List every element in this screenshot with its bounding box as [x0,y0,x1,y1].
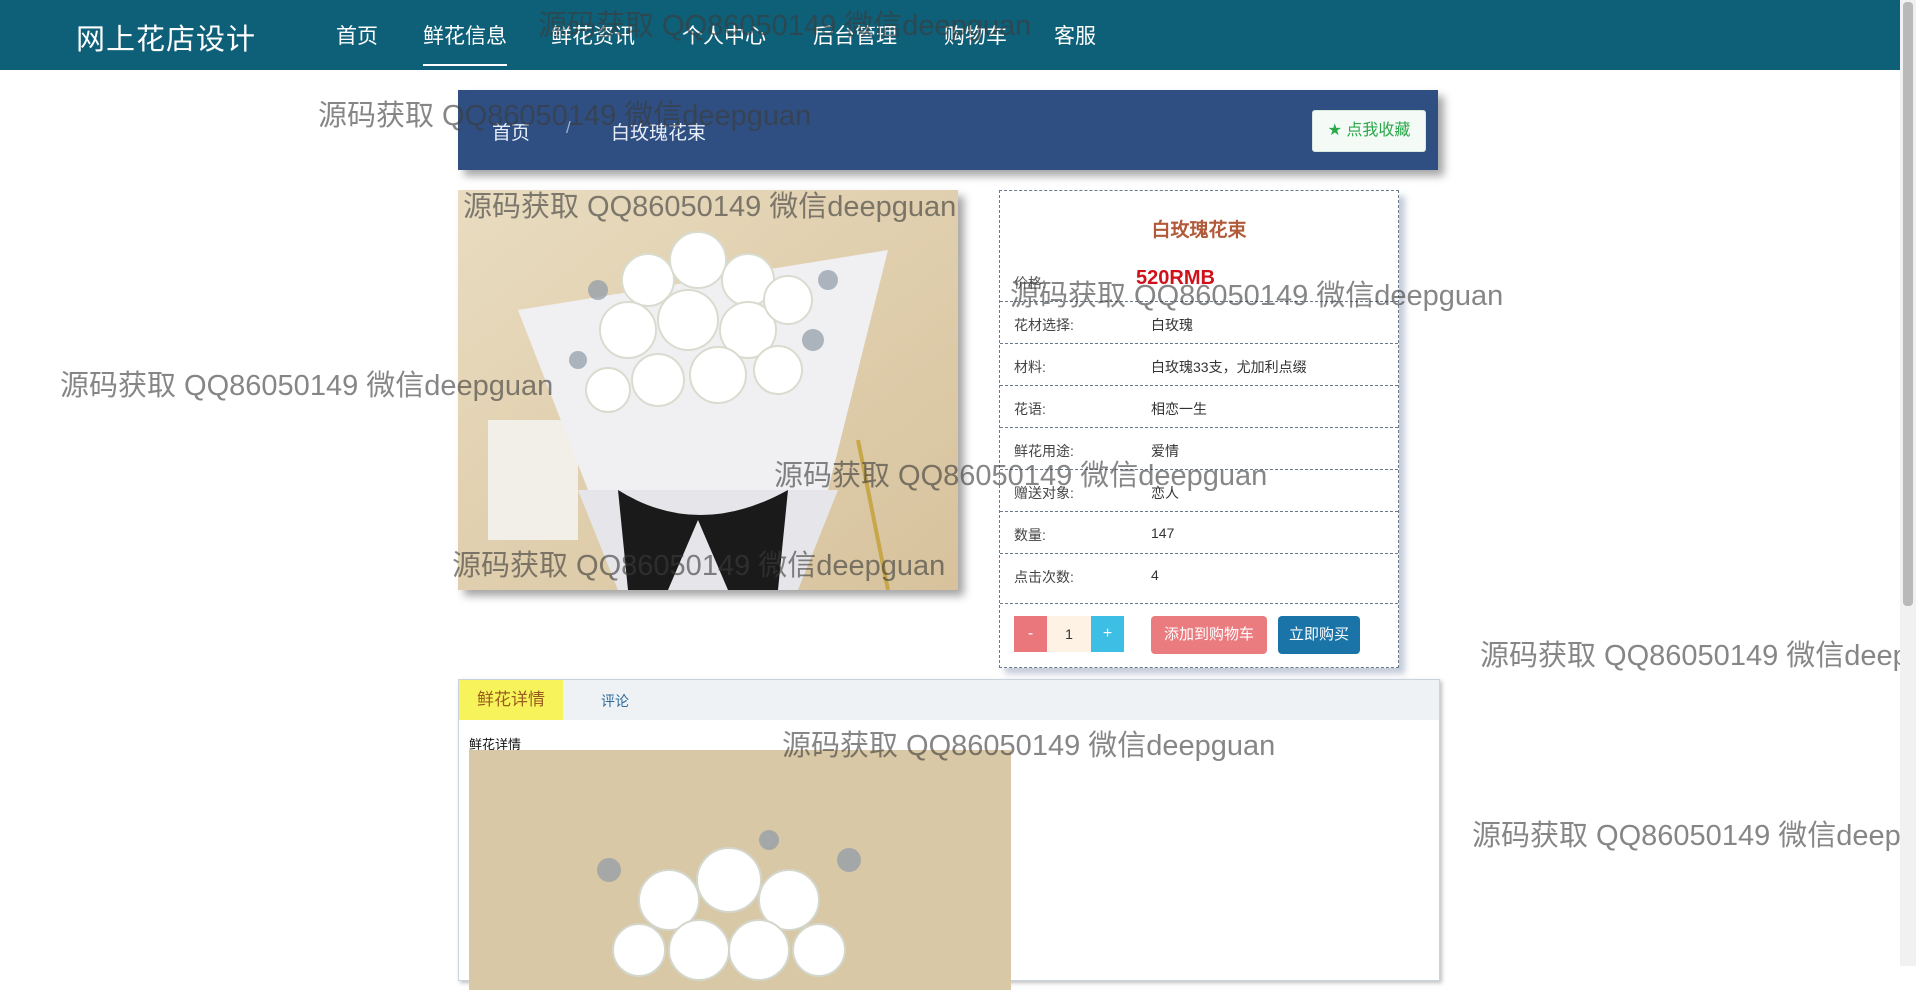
info-row-flower-language: 花语: 相恋一生 [1000,385,1398,428]
info-value: 相恋一生 [1151,401,1207,417]
quantity-input[interactable]: 1 [1047,616,1091,652]
watermark-text: 源码获取 QQ86050149 微信deepguan [1480,640,1916,672]
nav-item-flower-news[interactable]: 鲜花资讯 [551,20,635,50]
star-icon: ★ [1327,122,1342,139]
info-value: 白玫瑰 [1151,317,1193,333]
info-value: 4 [1151,567,1159,583]
info-value: 147 [1151,525,1175,541]
info-label: 材料: [1014,359,1046,375]
info-label: 鲜花用途: [1014,443,1074,459]
favorite-button[interactable]: ★ 点我收藏 [1312,110,1426,152]
nav-item-admin[interactable]: 后台管理 [813,20,897,50]
product-title: 白玫瑰花束 [1151,220,1247,241]
nav-item-home[interactable]: 首页 [336,20,378,50]
tab-flower-details[interactable]: 鲜花详情 [459,680,563,720]
breadcrumb-home[interactable]: 首页 [492,118,530,145]
info-label: 点击次数: [1014,569,1074,585]
info-value: 爱情 [1151,443,1179,459]
info-label: 花语: [1014,401,1046,417]
price-label: 价格: [1014,275,1046,291]
product-image [458,190,958,590]
product-info-panel: 白玫瑰花束 价格: 520RMB 花材选择: 白玫瑰 材料: 白玫瑰33支，尤加… [999,190,1399,668]
info-value: 白玫瑰33支，尤加利点缀 [1151,359,1307,375]
detail-tabs: 鲜花详情 评论 鲜花详情 [458,679,1440,990]
info-label: 赠送对象: [1014,485,1074,501]
detail-image [469,750,1011,990]
breadcrumb: 首页 / 白玫瑰花束 ★ 点我收藏 [458,90,1438,170]
info-value: 恋人 [1151,485,1179,501]
page-scrollbar[interactable] [1900,0,1916,966]
breadcrumb-separator: / [566,118,571,137]
buy-now-button[interactable]: 立即购买 [1278,616,1360,654]
purchase-actions: - 1 + 添加到购物车 立即购买 [1000,603,1398,660]
info-label: 花材选择: [1014,317,1074,333]
price-value: 520RMB [1136,267,1215,289]
add-to-cart-button[interactable]: 添加到购物车 [1151,616,1267,654]
nav-item-personal-center[interactable]: 个人中心 [682,20,766,50]
site-brand[interactable]: 网上花店设计 [76,16,256,58]
watermark-text: 源码获取 QQ86050149 微信deepguan [1472,820,1916,852]
nav-item-flower-info[interactable]: 鲜花信息 [423,20,507,66]
info-row-stock: 数量: 147 [1000,511,1398,554]
info-row-materials: 材料: 白玫瑰33支，尤加利点缀 [1000,343,1398,386]
scrollbar-thumb[interactable] [1903,2,1913,606]
info-label: 数量: [1014,527,1046,543]
info-row-recipient: 赠送对象: 恋人 [1000,469,1398,512]
top-navbar: 网上花店设计 首页 鲜花信息 鲜花资讯 个人中心 后台管理 购物车 客服 [0,0,1916,70]
info-row-purpose: 鲜花用途: 爱情 [1000,427,1398,470]
breadcrumb-current: 白玫瑰花束 [611,123,707,144]
tab-comments[interactable]: 评论 [601,691,629,711]
nav-item-cart[interactable]: 购物车 [944,20,1007,50]
quantity-increase-button[interactable]: + [1091,616,1124,652]
info-row-flower-material: 花材选择: 白玫瑰 [1000,301,1398,344]
tabs-header: 鲜花详情 评论 [459,680,1439,720]
favorite-label: 点我收藏 [1346,122,1411,139]
info-row-click-count: 点击次数: 4 [1000,553,1398,596]
nav-item-service[interactable]: 客服 [1054,20,1096,50]
quantity-decrease-button[interactable]: - [1014,616,1047,652]
